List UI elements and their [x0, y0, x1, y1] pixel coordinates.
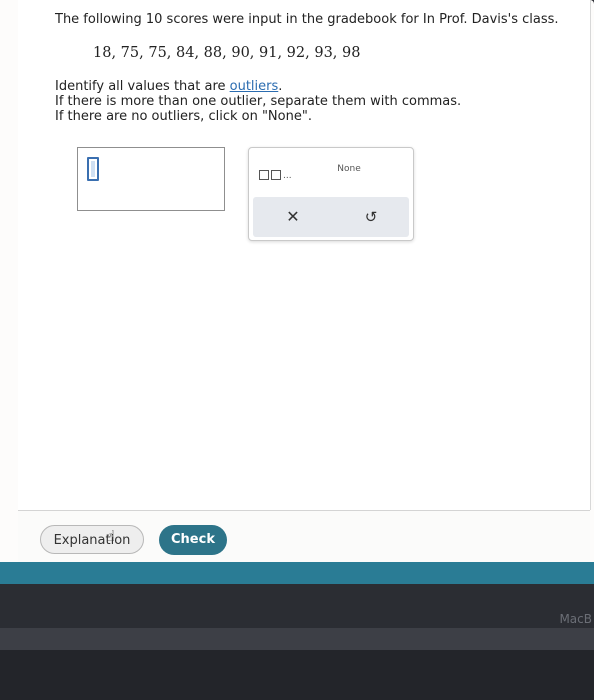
square-icon — [259, 170, 269, 180]
laptop-bezel-band — [0, 628, 594, 650]
list-dots: ... — [283, 171, 292, 181]
answer-input[interactable] — [77, 147, 225, 211]
taskbar-strip — [0, 562, 594, 584]
browser-screen: The following 10 scores were input in th… — [0, 0, 594, 563]
undo-icon[interactable]: ↺ — [359, 205, 383, 229]
laptop-base — [0, 650, 594, 700]
input-cursor-icon — [87, 157, 99, 181]
device-label: MacB — [559, 612, 592, 626]
none-button[interactable]: None — [309, 164, 389, 174]
instructions: Identify all values that are outliers. I… — [55, 79, 461, 124]
question-panel — [18, 0, 591, 510]
action-bar: Explanation ☝ Check — [18, 510, 590, 563]
square-icon — [271, 170, 281, 180]
outliers-link[interactable]: outliers — [230, 79, 279, 94]
instruction-line-1: Identify all values that are outliers. — [55, 79, 461, 94]
keypad-action-row: ✕ ↺ — [253, 197, 409, 237]
instruction-line-2: If there is more than one outlier, separ… — [55, 94, 462, 109]
explanation-button[interactable]: Explanation — [40, 525, 144, 554]
scores-list: 18, 75, 75, 84, 88, 90, 91, 92, 93, 98 — [93, 45, 361, 61]
instruction-suffix: . — [278, 79, 283, 94]
clear-icon[interactable]: ✕ — [281, 205, 305, 229]
hand-pointer-icon: ☝ — [106, 527, 116, 545]
question-intro: The following 10 scores were input in th… — [55, 12, 559, 27]
answer-keypad: ... None ✕ ↺ — [248, 147, 414, 241]
check-button[interactable]: Check — [159, 525, 227, 555]
instruction-prefix: Identify all values that are — [55, 79, 230, 94]
list-template-button[interactable]: ... — [259, 162, 297, 181]
instruction-line-3: If there are no outliers, click on "None… — [55, 109, 312, 124]
